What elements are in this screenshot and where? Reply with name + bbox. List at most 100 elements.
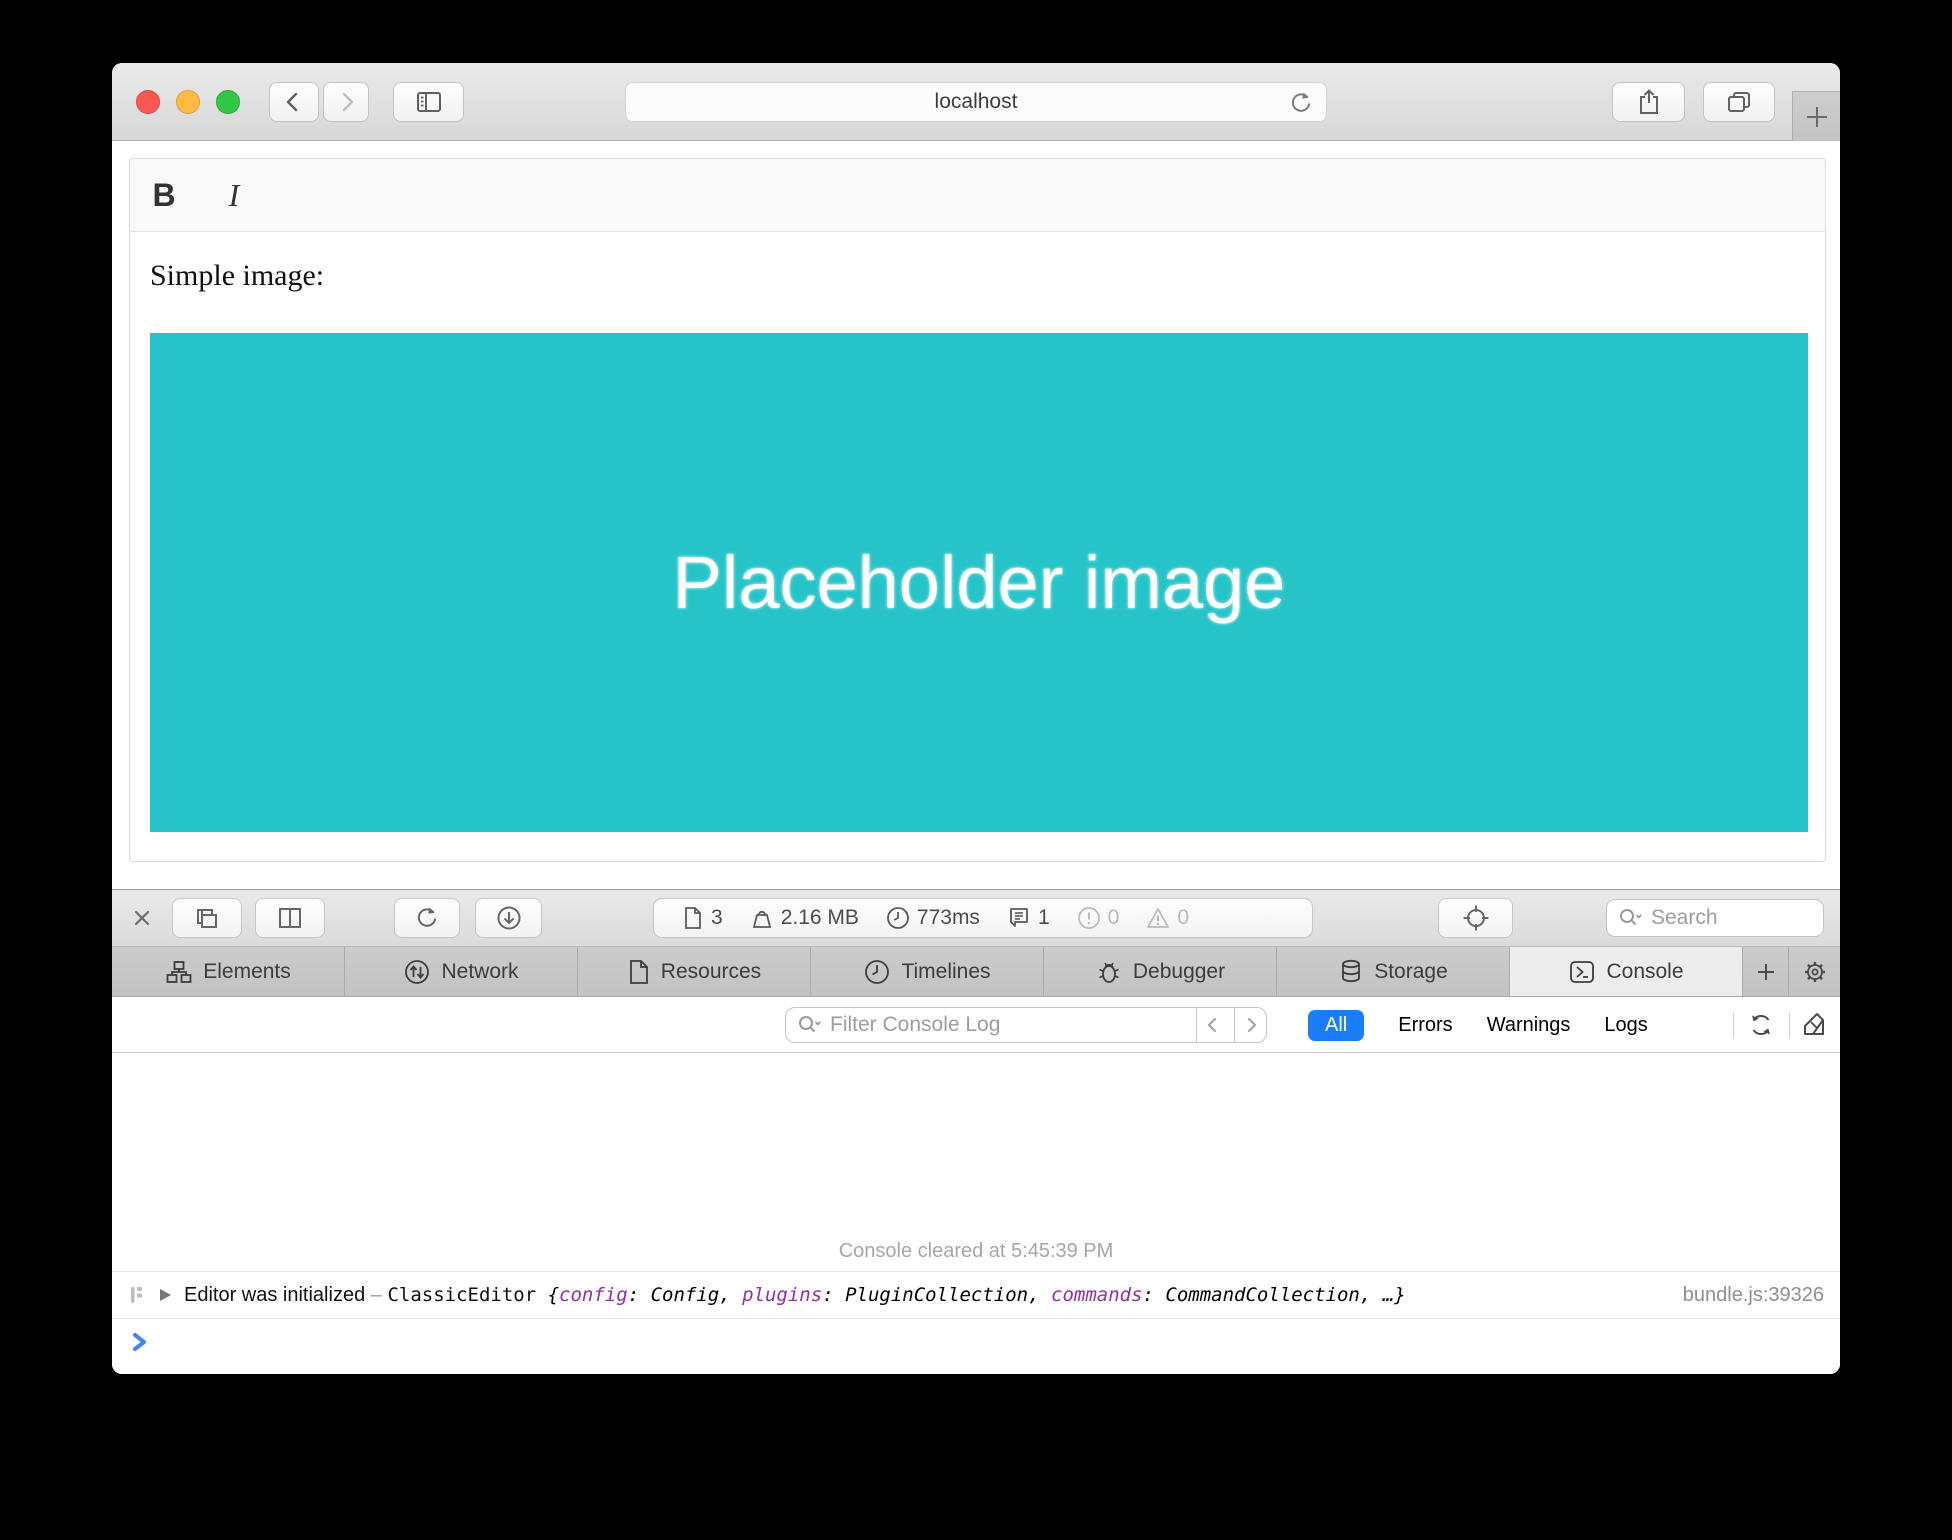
clock-icon	[886, 906, 910, 930]
inspector-tab-bar: Elements Network Resou	[112, 947, 1840, 997]
crosshair-icon	[1461, 903, 1491, 933]
tab-label: Console	[1606, 960, 1683, 984]
scope-warnings-button[interactable]: Warnings	[1487, 1014, 1571, 1037]
url-text: localhost	[935, 90, 1018, 114]
detach-inspector-button[interactable]	[172, 898, 242, 938]
clear-console-button[interactable]	[1794, 1007, 1834, 1043]
new-tab-button[interactable]	[1792, 91, 1840, 141]
log-key: commands	[1051, 1284, 1143, 1306]
divider	[1789, 1012, 1790, 1038]
reload-button[interactable]	[1286, 88, 1316, 118]
reload-page-button[interactable]	[394, 898, 460, 938]
sidebar-toggle-button[interactable]	[393, 82, 464, 122]
scope-all-button[interactable]: All	[1308, 1010, 1364, 1041]
tab-overview-button[interactable]	[1703, 82, 1775, 122]
download-button[interactable]	[475, 898, 542, 938]
editor-paragraph[interactable]: Simple image:	[150, 259, 324, 293]
tab-storage[interactable]: Storage	[1277, 947, 1510, 996]
next-result-button[interactable]	[1234, 1008, 1266, 1042]
tab-elements[interactable]: Elements	[112, 947, 345, 996]
editor-toolbar: B I	[130, 159, 1825, 232]
tabs-icon	[1724, 87, 1754, 117]
chevron-left-icon	[280, 88, 308, 116]
debugger-icon	[1095, 958, 1123, 986]
log-value: PluginCollection	[845, 1284, 1028, 1306]
console-log-row[interactable]: Editor was initialized – ClassicEditor {…	[112, 1272, 1840, 1319]
tab-resources[interactable]: Resources	[578, 947, 811, 996]
elements-icon	[165, 959, 193, 985]
close-inspector-button[interactable]	[126, 902, 158, 934]
log-class-name: ClassicEditor	[387, 1284, 547, 1306]
recycle-arrows-icon	[1746, 1010, 1776, 1040]
stat-value: 773ms	[917, 906, 980, 930]
stat-value: 2.16 MB	[781, 906, 859, 930]
log-sep: :	[822, 1284, 845, 1306]
console-prompt-row[interactable]	[112, 1319, 1840, 1365]
titlebar: localhost	[112, 63, 1840, 141]
log-level-icon	[128, 1284, 146, 1306]
log-location-link[interactable]: bundle.js:39326	[1683, 1284, 1824, 1307]
placeholder-image[interactable]: Placeholder image	[150, 333, 1808, 832]
inspector-toolbar: 3 2.16 MB 773ms	[112, 890, 1840, 947]
back-button[interactable]	[269, 82, 319, 122]
stat-value: 0	[1108, 906, 1120, 930]
console-filter-bar: All Errors Warnings Logs	[112, 997, 1840, 1053]
detach-window-icon	[192, 903, 222, 933]
prompt-chevron-icon	[130, 1331, 150, 1353]
chevron-right-icon	[1241, 1015, 1261, 1035]
log-key: plugins	[742, 1284, 822, 1306]
download-icon	[494, 903, 524, 933]
warning-icon	[1146, 906, 1170, 930]
tab-debugger[interactable]: Debugger	[1044, 947, 1277, 996]
console-output: Console cleared at 5:45:39 PM Editor was…	[112, 1053, 1840, 1374]
disclosure-triangle-icon[interactable]	[158, 1287, 172, 1303]
log-sep: ,	[1028, 1284, 1051, 1306]
url-field[interactable]: localhost	[625, 82, 1327, 122]
stat-warnings[interactable]: 0	[1146, 906, 1189, 930]
sidebar-icon	[414, 88, 444, 116]
bold-button[interactable]: B	[140, 171, 188, 219]
tab-timelines[interactable]: Timelines	[811, 947, 1044, 996]
error-icon	[1077, 906, 1101, 930]
tab-label: Resources	[661, 960, 761, 984]
zoom-window-button[interactable]	[216, 90, 240, 114]
inspector-search-field[interactable]	[1606, 899, 1824, 937]
search-icon	[796, 1013, 822, 1037]
scope-errors-button[interactable]: Errors	[1398, 1014, 1452, 1037]
garbage-collect-button[interactable]	[1741, 1007, 1781, 1043]
split-view-icon	[275, 903, 305, 933]
previous-result-button[interactable]	[1196, 1008, 1228, 1042]
tab-label: Timelines	[901, 960, 990, 984]
scope-logs-button[interactable]: Logs	[1604, 1014, 1647, 1037]
filter-input[interactable]	[828, 1012, 1190, 1038]
page-content: B I Simple image: Placeholder image	[112, 141, 1840, 889]
stat-errors[interactable]: 0	[1077, 906, 1120, 930]
share-button[interactable]	[1612, 82, 1685, 122]
dock-side-button[interactable]	[255, 898, 325, 938]
tab-network[interactable]: Network	[345, 947, 578, 996]
element-picker-button[interactable]	[1438, 898, 1513, 938]
stat-value: 3	[711, 906, 723, 930]
log-brace: {	[548, 1284, 559, 1306]
clear-console-icon	[1799, 1010, 1829, 1040]
italic-button[interactable]: I	[210, 171, 258, 219]
filter-field[interactable]	[785, 1007, 1267, 1043]
console-icon	[1568, 958, 1596, 986]
add-tab-button[interactable]	[1743, 947, 1789, 996]
close-window-button[interactable]	[136, 90, 160, 114]
speech-bubble-icon	[1007, 906, 1031, 930]
share-icon	[1635, 87, 1663, 117]
chevron-right-icon	[332, 88, 360, 116]
log-sep: ,	[719, 1284, 742, 1306]
log-sep: :	[1143, 1284, 1166, 1306]
search-input[interactable]	[1649, 905, 1813, 931]
resource-stats: 3 2.16 MB 773ms	[653, 898, 1313, 938]
tab-console[interactable]: Console	[1510, 947, 1743, 996]
reload-icon	[412, 903, 442, 933]
minimize-window-button[interactable]	[176, 90, 200, 114]
forward-button[interactable]	[323, 82, 369, 122]
log-dash: –	[371, 1284, 388, 1306]
log-brace: , …}	[1360, 1284, 1406, 1306]
stat-console-messages[interactable]: 1	[1007, 906, 1050, 930]
settings-button[interactable]	[1789, 947, 1840, 996]
